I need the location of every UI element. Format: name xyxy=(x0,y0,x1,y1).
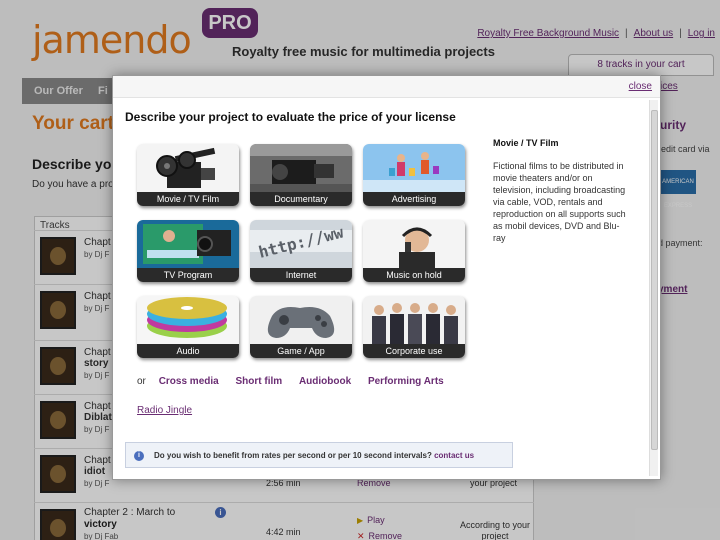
shopping-people-icon xyxy=(363,144,465,192)
tile-label: Internet xyxy=(250,268,352,282)
modal-scrollbar[interactable] xyxy=(649,100,658,476)
modal-top-bar xyxy=(113,76,660,98)
tile-documentary[interactable]: Documentary xyxy=(250,144,352,206)
link-radio-jingle[interactable]: Radio Jingle xyxy=(137,405,192,416)
tile-advertising[interactable]: Advertising xyxy=(363,144,465,206)
link-performing-arts[interactable]: Performing Arts xyxy=(368,376,444,387)
info-icon: i xyxy=(134,451,144,461)
license-modal: close Describe your project to evaluate … xyxy=(112,75,661,480)
film-camera-icon xyxy=(137,144,239,192)
business-team-icon xyxy=(363,296,465,344)
tile-corporate-use[interactable]: Corporate use xyxy=(363,296,465,358)
cd-stack-icon xyxy=(137,296,239,344)
or-label: or xyxy=(137,376,146,387)
description-title: Movie / TV Film xyxy=(493,138,559,148)
description-text: Fictional films to be distributed in mov… xyxy=(493,161,626,243)
tile-tv-program[interactable]: TV Program xyxy=(137,220,239,282)
link-cross-media[interactable]: Cross media xyxy=(159,376,219,387)
link-short-film[interactable]: Short film xyxy=(236,376,283,387)
tile-label: Game / App xyxy=(250,344,352,358)
contact-us-link[interactable]: contact us xyxy=(434,451,474,460)
modal-title: Describe your project to evaluate the pr… xyxy=(125,110,456,124)
http-address-icon: http://ww xyxy=(250,220,352,268)
tv-broadcast-icon xyxy=(137,220,239,268)
link-audiobook[interactable]: Audiobook xyxy=(299,376,351,387)
tile-game-app[interactable]: Game / App xyxy=(250,296,352,358)
phone-operator-icon xyxy=(363,220,465,268)
scrollbar-thumb[interactable] xyxy=(651,110,658,450)
close-link[interactable]: close xyxy=(629,81,652,92)
page: jamendo PRO Royalty free music for multi… xyxy=(0,0,720,540)
other-types-links: or Cross media Short film Audiobook Perf… xyxy=(137,376,458,387)
tile-label: TV Program xyxy=(137,268,239,282)
tile-label: Movie / TV Film xyxy=(137,192,239,206)
rates-note-text: Do you wish to benefit from rates per se… xyxy=(154,451,475,460)
pro-camera-icon xyxy=(250,144,352,192)
tile-audio[interactable]: Audio xyxy=(137,296,239,358)
tile-internet[interactable]: http://ww Internet xyxy=(250,220,352,282)
rates-note: i Do you wish to benefit from rates per … xyxy=(125,442,513,468)
tile-label: Corporate use xyxy=(363,344,465,358)
tile-label: Advertising xyxy=(363,192,465,206)
tile-movie-tv-film[interactable]: Movie / TV Film xyxy=(137,144,239,206)
tile-music-on-hold[interactable]: Music on hold xyxy=(363,220,465,282)
tile-label: Documentary xyxy=(250,192,352,206)
tile-label: Audio xyxy=(137,344,239,358)
gamepad-icon xyxy=(250,296,352,344)
tile-label: Music on hold xyxy=(363,268,465,282)
